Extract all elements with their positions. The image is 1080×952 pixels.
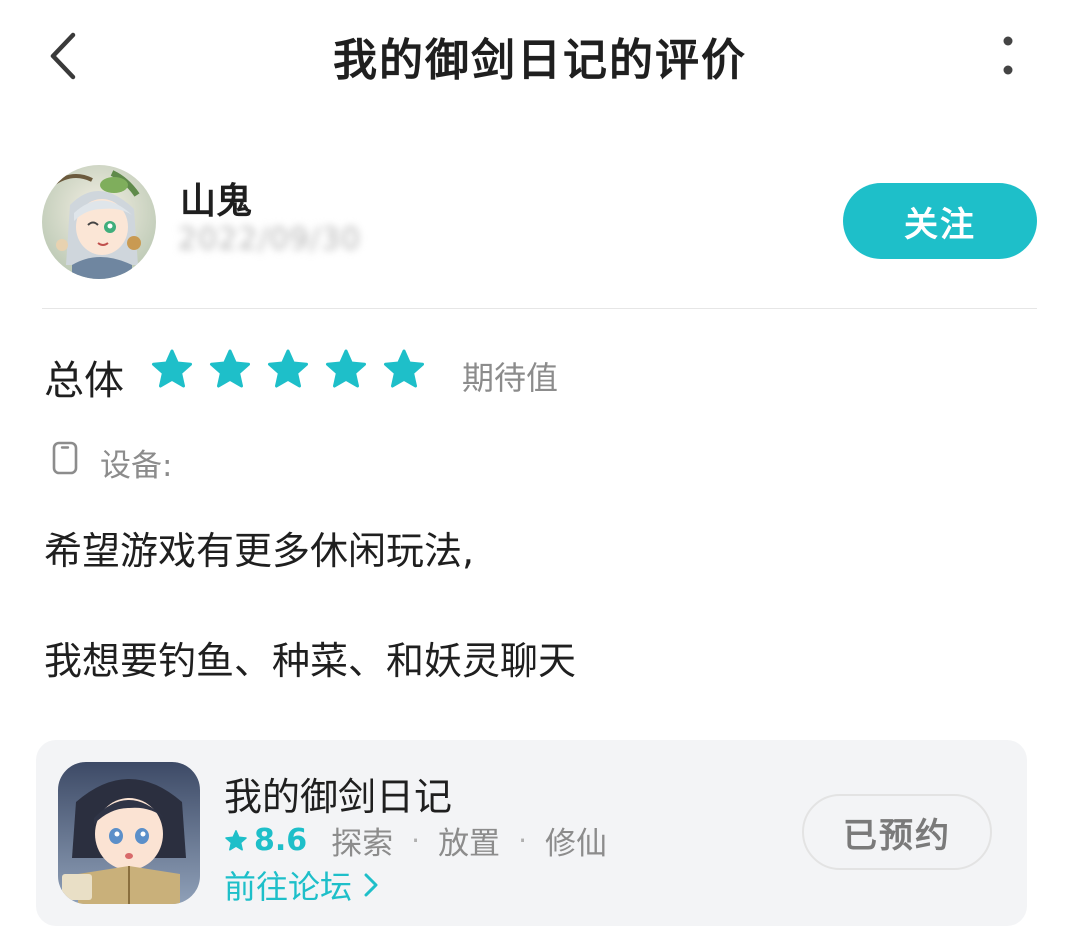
- game-card[interactable]: 我的御剑日记 8.6 探索 · 放置 · 修仙 前往论坛 已预约: [36, 740, 1027, 926]
- top-bar: 我的御剑日记的评价: [0, 0, 1080, 110]
- avatar-image: [42, 165, 156, 279]
- page-title: 我的御剑日记的评价: [333, 35, 747, 86]
- more-button[interactable]: [988, 34, 1028, 78]
- game-icon[interactable]: [58, 762, 200, 904]
- game-tag: 探索: [331, 826, 394, 862]
- game-tag: 放置: [438, 826, 501, 862]
- phone-icon: [52, 441, 78, 475]
- star-icon: [225, 829, 247, 851]
- device-label: 设备:: [100, 448, 173, 484]
- star-icon: [326, 349, 366, 388]
- game-score: 8.6: [254, 823, 308, 858]
- rating-label: 总体: [44, 358, 124, 404]
- star-icon: [384, 349, 424, 388]
- game-meta: 8.6 探索 · 放置 · 修仙: [224, 818, 607, 863]
- reserved-button[interactable]: 已预约: [802, 794, 992, 870]
- follow-button[interactable]: 关注: [843, 183, 1037, 259]
- review-page: 我的御剑日记的评价 山鬼 2022/09/30 关注 总体 期待值 设备: 希望…: [0, 0, 1080, 952]
- game-name[interactable]: 我的御剑日记: [224, 766, 452, 821]
- more-vertical-icon: [1003, 36, 1013, 75]
- star-rating: [150, 348, 426, 392]
- rating-type-label: 期待值: [462, 359, 559, 397]
- star-icon: [210, 349, 250, 388]
- star-icon: [268, 349, 308, 388]
- tag-separator: ·: [518, 824, 527, 857]
- forum-link-label: 前往论坛: [224, 868, 353, 906]
- review-text-line: 我想要钓鱼、种菜、和妖灵聊天: [44, 639, 577, 683]
- username[interactable]: 山鬼: [180, 172, 252, 224]
- chevron-right-icon: [364, 873, 378, 897]
- tag-separator: ·: [411, 824, 421, 857]
- review-date: 2022/09/30: [178, 222, 361, 257]
- forum-link[interactable]: 前往论坛: [224, 862, 382, 908]
- star-icon: [152, 349, 192, 388]
- review-text-line: 希望游戏有更多休闲玩法,: [44, 529, 475, 573]
- game-icon-image: [58, 762, 200, 904]
- game-tag: 修仙: [544, 826, 607, 862]
- divider: [42, 308, 1037, 309]
- user-avatar[interactable]: [42, 165, 156, 279]
